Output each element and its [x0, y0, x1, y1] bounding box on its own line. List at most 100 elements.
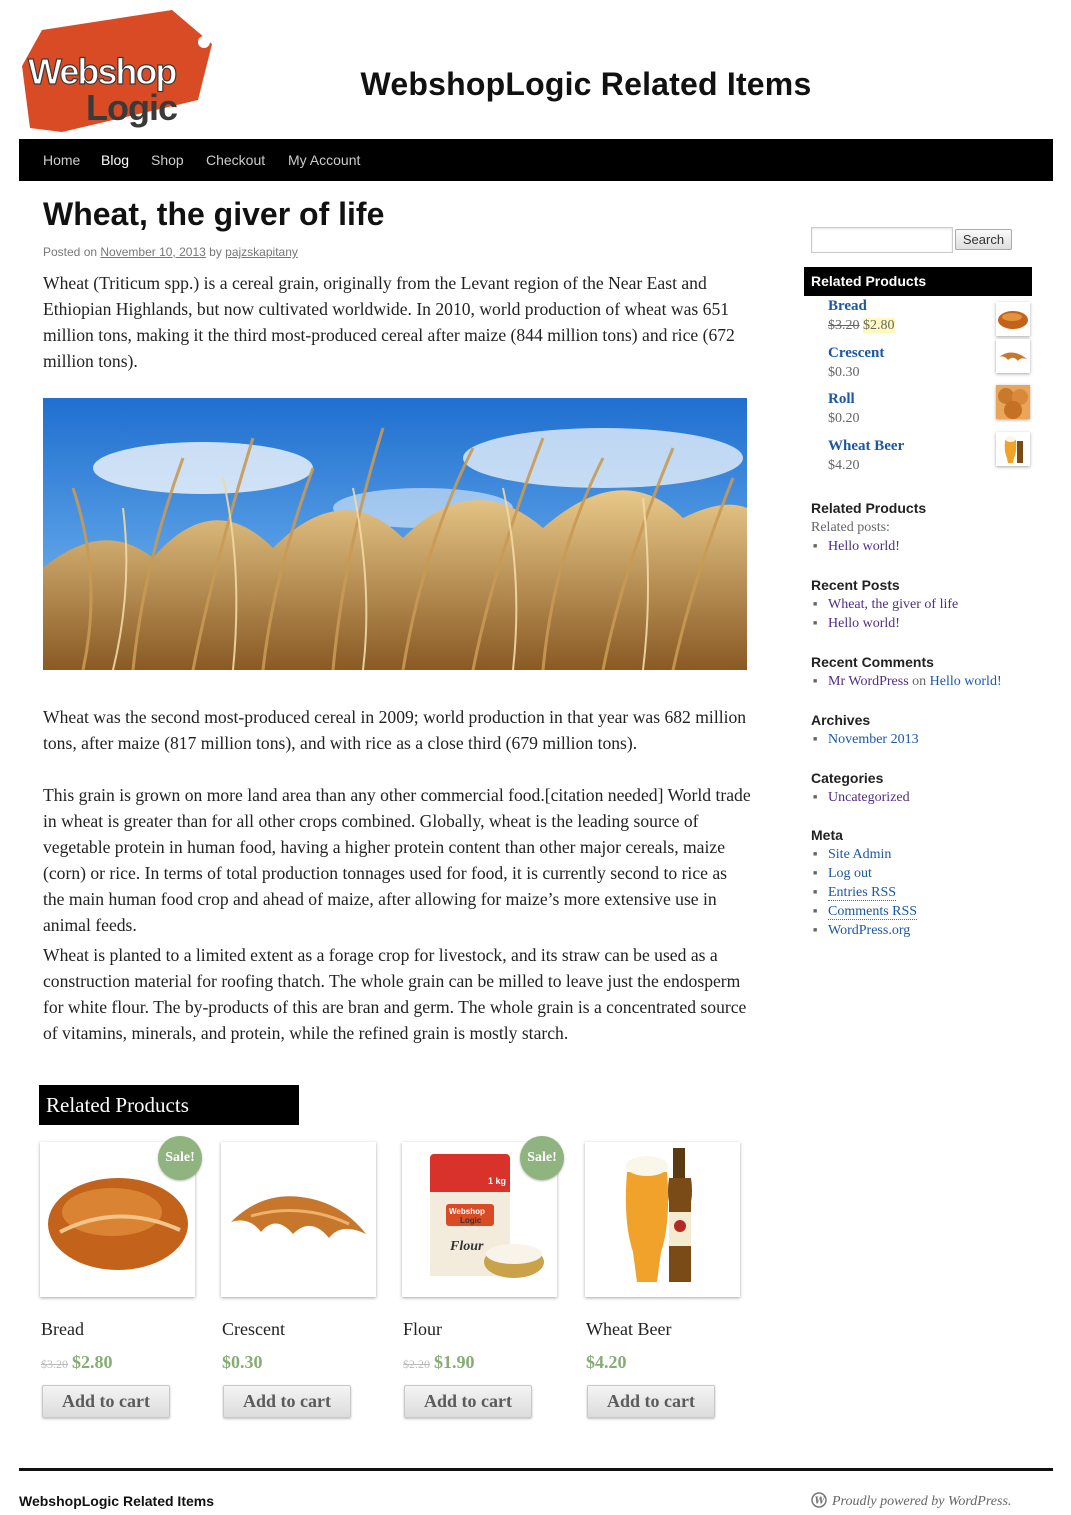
wheat-image — [43, 398, 747, 670]
widget-product-bread: Bread $3.20 $2.80 — [828, 298, 1032, 336]
flour-pack-name: Flour — [449, 1239, 484, 1254]
sale-price: $2.80 — [72, 1352, 113, 1372]
list-item: November 2013 — [811, 730, 919, 749]
logo-line2: Logic — [86, 87, 177, 128]
add-to-cart-button[interactable]: Add to cart — [42, 1385, 170, 1418]
roll-thumb[interactable] — [996, 385, 1030, 419]
log-out-link[interactable]: Log out — [828, 866, 872, 881]
search-button[interactable]: Search — [955, 229, 1012, 250]
powered-by-text[interactable]: Proudly powered by WordPress. — [832, 1494, 1011, 1509]
entries-rss-link[interactable]: Entries RSS — [828, 885, 897, 901]
footer-divider — [19, 1468, 1053, 1471]
product-name[interactable]: Flour — [403, 1319, 442, 1340]
sale-price: $2.80 — [863, 318, 895, 333]
archives-list: November 2013 — [811, 730, 919, 749]
meta-list: Site Admin Log out Entries RSS Comments … — [811, 845, 918, 940]
related-products-widget-title: Related Products — [804, 267, 1032, 296]
list-item: Mr WordPress on Hello world! — [811, 672, 1002, 691]
related-posts-widget-title: Related Products — [811, 500, 927, 516]
wordpress-org-link[interactable]: WordPress.org — [828, 923, 910, 938]
sale-badge: Sale! — [520, 1136, 564, 1180]
list-item: Uncategorized — [811, 788, 910, 807]
post-paragraph-1: Wheat (Triticum spp.) is a cereal grain,… — [43, 273, 735, 371]
flour-pack-weight: 1 kg — [488, 1176, 506, 1186]
search-input[interactable] — [811, 227, 953, 253]
old-price: $3.20 — [41, 1357, 68, 1371]
list-item: Comments RSS — [811, 902, 918, 921]
category-link[interactable]: Uncategorized — [828, 790, 910, 805]
post-paragraph-2: Wheat was the second most-produced cerea… — [43, 707, 747, 753]
list-item: Entries RSS — [811, 883, 917, 902]
list-item: Hello world! — [811, 614, 958, 633]
add-to-cart-button[interactable]: Add to cart — [223, 1385, 351, 1418]
product-price: $0.30 — [222, 1352, 263, 1373]
product-price: $2.20 $1.90 — [403, 1352, 475, 1373]
sale-badge: Sale! — [158, 1136, 202, 1180]
powered-by[interactable]: W Proudly powered by WordPress. — [811, 1492, 1011, 1513]
list-item: WordPress.org — [811, 921, 917, 940]
main-nav: Home Blog Shop Checkout My Account — [19, 139, 1053, 181]
nav-shop[interactable]: Shop — [151, 152, 184, 168]
product-name[interactable]: Wheat Beer — [586, 1319, 671, 1340]
comment-author-link[interactable]: Mr WordPress — [828, 674, 909, 689]
sale-price: $1.90 — [434, 1352, 475, 1372]
by-label: by — [209, 245, 222, 259]
product-name[interactable]: Crescent — [222, 1319, 285, 1340]
old-price: $3.20 — [828, 318, 860, 333]
product-name[interactable]: Bread — [41, 1319, 84, 1340]
post-meta: Posted on November 10, 2013 by pajzskapi… — [43, 245, 298, 259]
recent-posts-title: Recent Posts — [811, 577, 900, 593]
comments-rss-link[interactable]: Comments RSS — [828, 904, 918, 920]
recent-post-link[interactable]: Wheat, the giver of life — [828, 597, 958, 612]
product-price: $4.20 — [586, 1352, 627, 1373]
recent-comments-list: Mr WordPress on Hello world! — [811, 672, 1002, 691]
related-products-heading: Related Products — [39, 1085, 299, 1125]
widget-product-crescent: Crescent $0.30 — [828, 339, 1032, 381]
add-to-cart-button[interactable]: Add to cart — [404, 1385, 532, 1418]
post-date-link[interactable]: November 10, 2013 — [100, 245, 205, 259]
meta-title: Meta — [811, 827, 843, 843]
wheat-beer-thumb[interactable] — [996, 432, 1030, 466]
product-price: $3.20 $2.80 — [41, 1352, 113, 1373]
related-posts-label: Related posts: — [811, 520, 890, 535]
wheat-beer-image[interactable] — [585, 1142, 740, 1297]
post-author-link[interactable]: pajzskapitany — [225, 245, 298, 259]
categories-list: Uncategorized — [811, 788, 910, 807]
bread-thumb[interactable] — [996, 302, 1030, 336]
nav-blog[interactable]: Blog — [101, 152, 129, 168]
post-paragraph-4: Wheat is planted to a limited extent as … — [43, 945, 747, 1043]
wordpress-icon: W — [811, 1492, 827, 1513]
archive-link[interactable]: November 2013 — [828, 732, 919, 747]
list-item: Wheat, the giver of life — [811, 595, 958, 614]
list-item: Log out — [811, 864, 917, 883]
widget-product-wheat-beer: Wheat Beer $4.20 — [828, 432, 1032, 474]
related-posts-list: Hello world! — [811, 537, 900, 556]
crescent-thumb[interactable] — [996, 339, 1030, 373]
recent-comments-title: Recent Comments — [811, 654, 934, 670]
price: $0.30 — [222, 1352, 263, 1372]
list-item: Site Admin — [811, 845, 917, 864]
nav-my-account[interactable]: My Account — [288, 152, 360, 168]
recent-post-link[interactable]: Hello world! — [828, 616, 900, 631]
post-title[interactable]: Wheat, the giver of life — [43, 196, 384, 233]
add-to-cart-button[interactable]: Add to cart — [587, 1385, 715, 1418]
nav-home[interactable]: Home — [43, 152, 80, 168]
post-paragraph-3: This grain is grown on more land area th… — [43, 785, 751, 935]
archives-title: Archives — [811, 712, 871, 728]
crescent-image[interactable] — [221, 1142, 376, 1297]
widget-product-roll: Roll $0.20 — [828, 385, 1032, 427]
site-title[interactable]: WebshopLogic Related Items — [250, 66, 922, 103]
nav-checkout[interactable]: Checkout — [206, 152, 265, 168]
price: $4.20 — [586, 1352, 627, 1372]
site-logo[interactable]: Webshop Logic — [22, 8, 218, 134]
list-item: Hello world! — [811, 537, 900, 556]
flour-pack-brand-2: Logic — [460, 1216, 482, 1225]
related-post-link[interactable]: Hello world! — [828, 539, 900, 554]
old-price: $2.20 — [403, 1357, 430, 1371]
svg-text:W: W — [815, 1497, 826, 1507]
comment-post-link[interactable]: Hello world! — [930, 674, 1002, 689]
categories-title: Categories — [811, 770, 884, 786]
site-admin-link[interactable]: Site Admin — [828, 847, 891, 862]
recent-posts-list: Wheat, the giver of life Hello world! — [811, 595, 958, 633]
footer-site-title[interactable]: WebshopLogic Related Items — [19, 1493, 214, 1509]
